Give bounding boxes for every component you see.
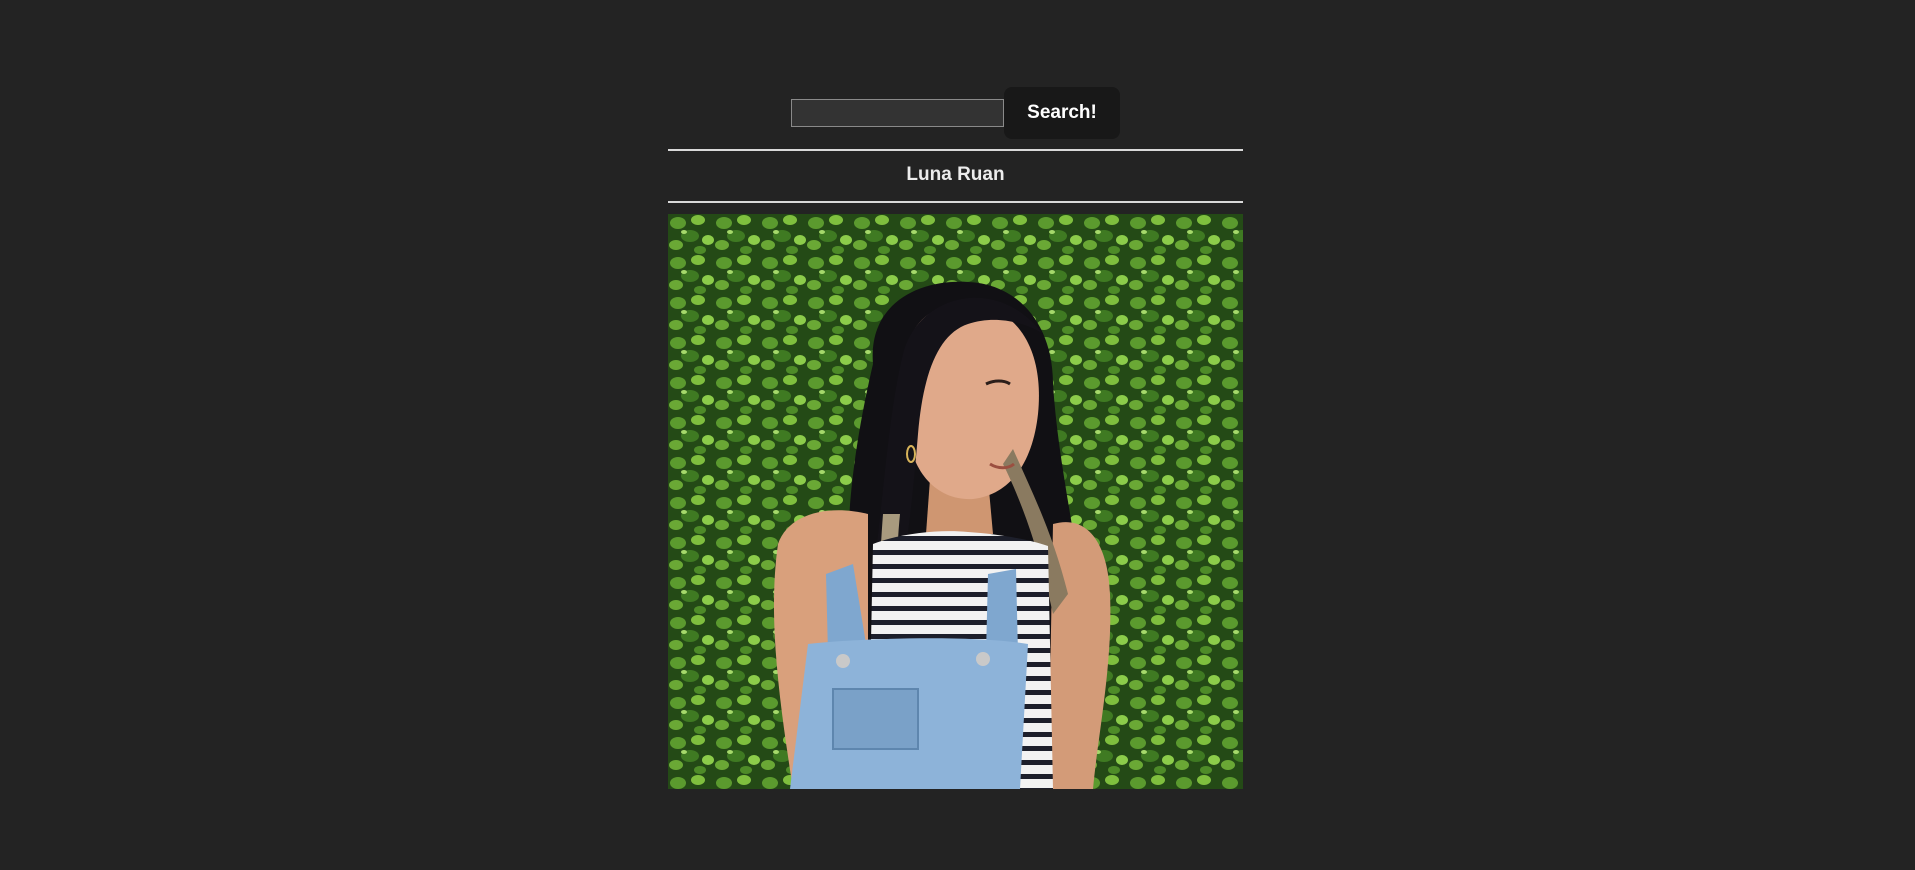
- profile-photo-image: [668, 214, 1243, 789]
- bottom-divider: [668, 201, 1243, 203]
- profile-name: Luna Ruan: [906, 164, 1005, 185]
- search-input[interactable]: [791, 99, 1004, 127]
- search-button[interactable]: Search!: [1004, 87, 1120, 139]
- search-bar: Search!: [668, 87, 1243, 139]
- profile-photo: [668, 214, 1243, 789]
- page: Search! Luna Ruan: [0, 0, 1915, 870]
- top-divider: [668, 149, 1243, 151]
